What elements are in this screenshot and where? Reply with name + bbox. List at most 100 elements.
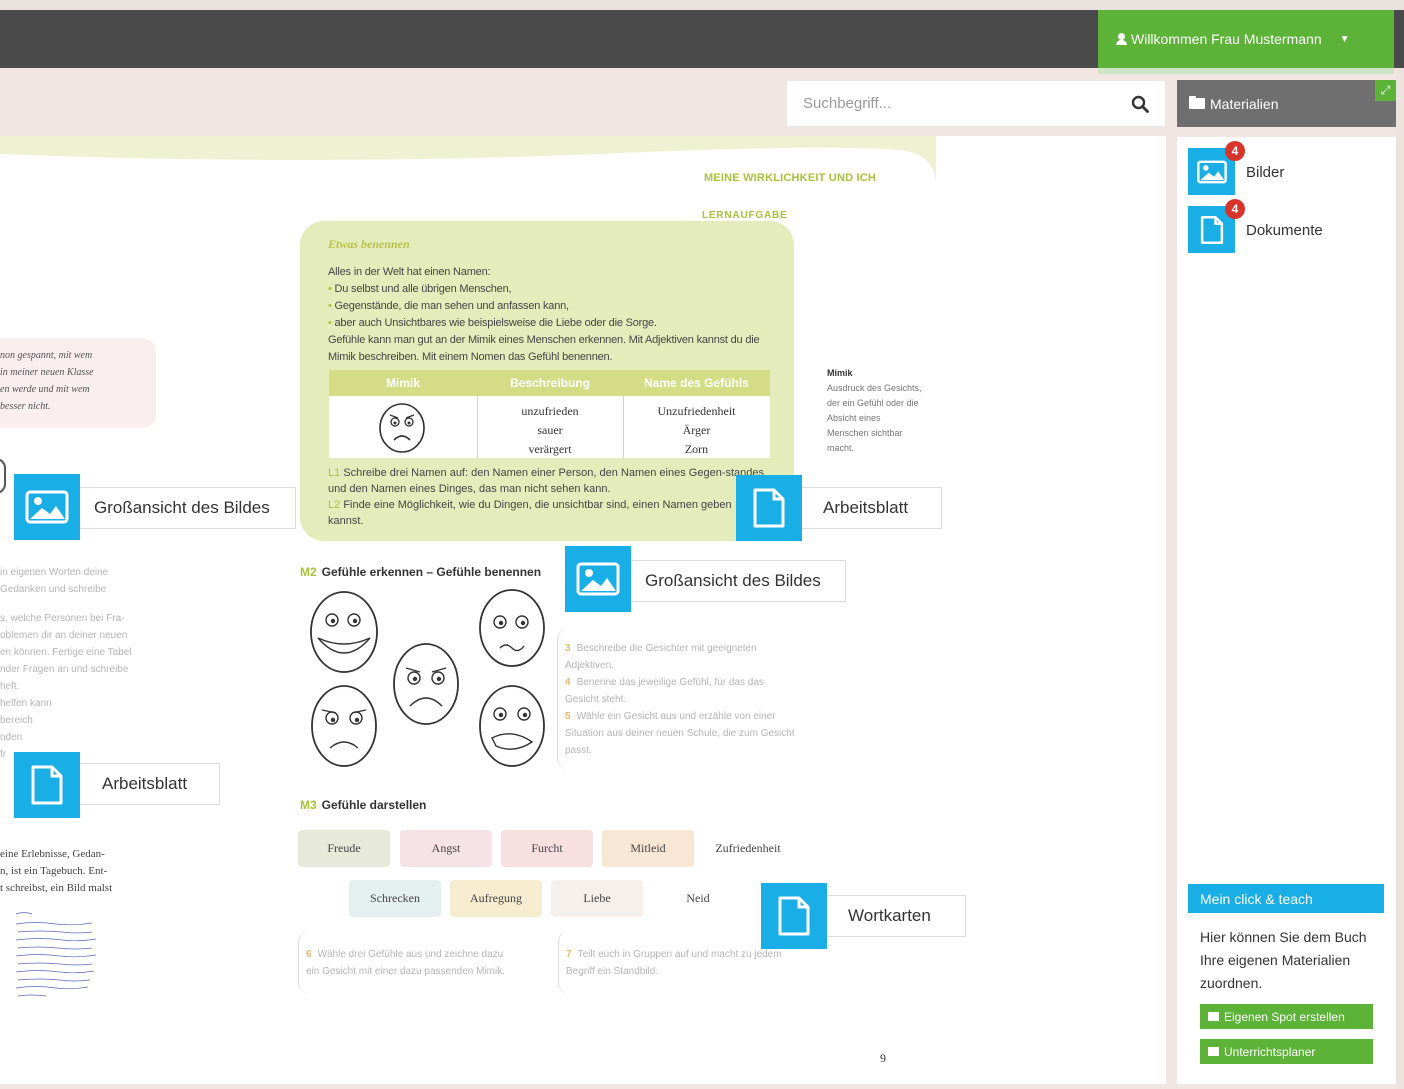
spot-document-button[interactable] bbox=[736, 475, 802, 541]
spot-label: Arbeitsblatt bbox=[102, 774, 188, 793]
left-bottom-line: t schreibst, ein Bild malst bbox=[0, 882, 113, 894]
materials-title: Materialien bbox=[1210, 95, 1279, 112]
glossary-term: Mimik bbox=[827, 368, 853, 378]
spot-arbeitsblatt-right[interactable]: Arbeitsblatt bbox=[780, 487, 942, 529]
search-icon[interactable] bbox=[1131, 95, 1149, 113]
materials-item-bilder[interactable]: 4 Bilder bbox=[1188, 141, 1388, 196]
feeling-name-cell: Zorn bbox=[684, 442, 709, 456]
word-chip: Zufriedenheit bbox=[702, 830, 794, 867]
task-text: Schreibe drei Namen auf: den Namen einer… bbox=[328, 467, 765, 495]
count-badge: 4 bbox=[1225, 199, 1245, 219]
lesson-planner-button[interactable]: Unterrichtsplaner bbox=[1200, 1039, 1373, 1064]
user-icon bbox=[1116, 33, 1127, 45]
left-faded-line: oblemen dir an deiner neuen bbox=[0, 630, 128, 641]
left-faded-line: in eigenen Worten deine bbox=[0, 567, 109, 578]
spot-arbeitsblatt-left[interactable]: Arbeitsblatt bbox=[60, 763, 220, 805]
description-cell: unzufrieden bbox=[521, 404, 579, 418]
info-box-text: Alles in der Welt hat einen Namen: • Du … bbox=[328, 264, 773, 366]
task-number: 4 bbox=[565, 677, 571, 688]
description-cell: verärgert bbox=[528, 442, 572, 456]
m2-number: M2 bbox=[300, 565, 317, 579]
glossary-note: Mimik Ausdruck des Gesichts, der ein Gef… bbox=[827, 366, 922, 456]
feeling-name-column: Unzufriedenheit Ärger Zorn bbox=[623, 402, 770, 459]
info-box-title: Etwas benennen bbox=[328, 237, 410, 251]
table-header-cell: Beschreibung bbox=[509, 376, 590, 390]
bullet-text: aber auch Unsichtbares wie beispielsweis… bbox=[334, 317, 658, 329]
button-label: Eigenen Spot erstellen bbox=[1224, 1009, 1345, 1024]
spot-image-button[interactable] bbox=[565, 546, 631, 612]
bubble-line-3: en werde und mit wem bbox=[0, 384, 90, 395]
materials-item-label: Dokumente bbox=[1246, 222, 1323, 239]
page-number: 9 bbox=[880, 1051, 886, 1065]
angry-face-icon bbox=[379, 403, 425, 453]
task-l2: L2 Finde eine Möglichkeit, wie du Dingen… bbox=[328, 497, 768, 529]
spot-image-button[interactable] bbox=[14, 474, 80, 540]
word-chip: Schrecken bbox=[349, 880, 441, 917]
spot-grossansicht-left[interactable]: Großansicht des Bildes bbox=[60, 487, 296, 529]
spot-label: Arbeitsblatt bbox=[823, 498, 909, 517]
materials-item-dokumente[interactable]: 4 Dokumente bbox=[1188, 199, 1388, 254]
left-faded-line: nder Fragen an und schreibe bbox=[0, 664, 129, 675]
folder-open-icon bbox=[1189, 96, 1205, 109]
create-spot-button[interactable]: Eigenen Spot erstellen bbox=[1200, 1004, 1373, 1029]
info-bullet: • aber auch Unsichtbares wie beispielswe… bbox=[328, 317, 658, 329]
m2-tasks: 3 Beschreibe die Gesichter mit geeigneten… bbox=[565, 640, 800, 759]
left-faded-line bbox=[0, 598, 132, 610]
task-text: Beschreibe die Gesichter mit geeigneten … bbox=[565, 643, 757, 671]
search-input[interactable] bbox=[787, 81, 1117, 126]
feeling-name-cell: Unzufriedenheit bbox=[657, 404, 736, 418]
count-badge: 4 bbox=[1225, 141, 1245, 161]
word-chip: Furcht bbox=[501, 830, 593, 867]
m2-task: 4 Benenne das jeweilige Gefühl, für das d… bbox=[565, 674, 800, 708]
m3-number: M3 bbox=[300, 798, 317, 812]
expand-icon[interactable]: ⤢ bbox=[1375, 80, 1396, 101]
search-box bbox=[786, 80, 1166, 127]
user-menu-button[interactable]: Willkommen Frau Mustermann ▼ bbox=[1098, 10, 1394, 68]
spot-document-button[interactable] bbox=[761, 883, 827, 949]
word-chip: Mitleid bbox=[602, 830, 694, 867]
task-number: 6 bbox=[306, 949, 312, 960]
image-icon bbox=[576, 562, 620, 596]
word-chip: Neid bbox=[652, 880, 744, 917]
spot-wortkarten[interactable]: Wortkarten bbox=[806, 895, 966, 937]
m3-task-6: 6 Wähle drei Gefühle aus und zeichne dazu… bbox=[306, 946, 516, 980]
spot-label: Wortkarten bbox=[848, 906, 931, 925]
description-cell: sauer bbox=[537, 423, 563, 437]
task-number: L2 bbox=[328, 499, 341, 511]
spot-label: Großansicht des Bildes bbox=[94, 498, 270, 517]
chevron-down-icon: ▼ bbox=[1339, 33, 1350, 45]
task-l1: L1 Schreibe drei Namen auf: den Namen ei… bbox=[328, 465, 768, 497]
materials-panel-header[interactable]: Materialien bbox=[1177, 80, 1396, 127]
word-chip: Angst bbox=[400, 830, 492, 867]
top-edge bbox=[0, 0, 1404, 10]
m2-heading: M2 Gefühle erkennen – Gefühle benennen bbox=[300, 565, 541, 579]
left-bottom-text: eine Erlebnisse, Gedan- n, ist ein Tageb… bbox=[0, 846, 112, 897]
m3-task-7: 7 Teilt euch in Gruppen auf und macht zu … bbox=[566, 946, 796, 980]
feeling-faces-illustration bbox=[310, 589, 545, 767]
m2-task: 5 Wähle ein Gesicht aus und erzähle von e… bbox=[565, 708, 800, 759]
m2-task: 3 Beschreibe die Gesichter mit geeigneten… bbox=[565, 640, 800, 674]
table-header-cell: Mimik bbox=[385, 376, 420, 390]
user-greeting: Willkommen Frau Mustermann bbox=[1131, 31, 1322, 47]
left-faded-task: in eigenen Worten deine Gedanken und sch… bbox=[0, 564, 132, 763]
left-faded-line: s, welche Personen bei Fra- bbox=[0, 613, 125, 624]
bubble-line-1: non gespannt, mit wem bbox=[0, 350, 93, 361]
description-column: unzufrieden sauer verärgert bbox=[477, 402, 623, 459]
click-teach-text: Hier können Sie dem Buch Ihre eigenen Ma… bbox=[1200, 929, 1367, 991]
info-explanation: Gefühle kann man gut an der Mimik eines … bbox=[328, 334, 760, 363]
info-intro: Alles in der Welt hat einen Namen: bbox=[328, 266, 491, 278]
info-box-tasks: L1 Schreibe drei Namen auf: den Namen ei… bbox=[328, 465, 768, 529]
m3-heading: M3 Gefühle darstellen bbox=[300, 798, 426, 812]
task-text: Teilt euch in Gruppen auf und macht zu j… bbox=[566, 949, 782, 977]
bubble-line-2: in meiner neuen Klasse bbox=[0, 367, 94, 378]
info-bullet: • Du selbst und alle übrigen Menschen, bbox=[328, 283, 512, 295]
image-icon bbox=[25, 490, 69, 524]
spot-document-button[interactable] bbox=[14, 752, 80, 818]
user-menu-shadow bbox=[1098, 68, 1394, 74]
task-number: 5 bbox=[565, 711, 571, 722]
spot-grossansicht-center[interactable]: Großansicht des Bildes bbox=[610, 560, 846, 602]
feelings-table: Mimik Beschreibung Name des Gefühls unzu… bbox=[329, 370, 770, 458]
spot-label: Großansicht des Bildes bbox=[645, 571, 821, 590]
button-label: Unterrichtsplaner bbox=[1224, 1044, 1316, 1059]
task-text: Wähle ein Gesicht aus und erzähle von ei… bbox=[565, 711, 795, 756]
